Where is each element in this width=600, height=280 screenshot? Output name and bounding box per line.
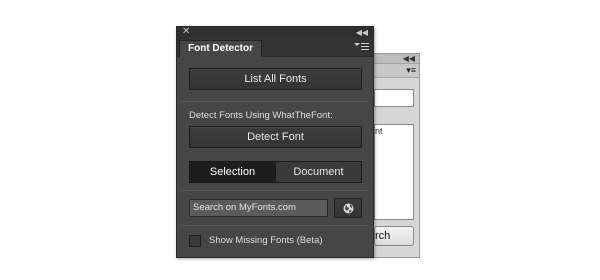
detect-font-button[interactable]: Detect Font [189, 126, 362, 148]
double-chevron-left-icon[interactable]: ◀◀ [403, 54, 415, 64]
panel-tabbar: Font Detector [177, 38, 373, 57]
panel-titlebar[interactable]: ✕ ◀◀ [177, 26, 373, 38]
panel-menu-icon[interactable] [354, 40, 370, 52]
segment-document[interactable]: Document [275, 162, 361, 182]
background-panel-button-label: rch [375, 230, 391, 242]
divider [181, 190, 369, 191]
show-missing-fonts-label[interactable]: Show Missing Fonts (Beta) [209, 234, 323, 248]
show-missing-fonts-checkbox[interactable] [189, 235, 201, 247]
detect-fonts-heading: Detect Fonts Using WhatTheFont: [189, 110, 333, 121]
globe-icon [343, 203, 354, 214]
tab-font-detector[interactable]: Font Detector [179, 40, 262, 57]
double-chevron-left-icon[interactable]: ◀◀ [356, 27, 368, 38]
segment-selection[interactable]: Selection [190, 162, 275, 182]
background-panel-input[interactable] [374, 89, 414, 107]
scope-segmented-control: Selection Document [189, 161, 362, 183]
search-web-button[interactable] [334, 198, 362, 218]
font-detector-panel: ✕ ◀◀ Font Detector List All Fonts Detect… [176, 26, 374, 258]
close-icon[interactable]: ✕ [182, 26, 190, 38]
background-panel-textarea[interactable]: nt [374, 124, 414, 220]
divider [181, 101, 369, 102]
background-panel-search-button[interactable]: rch [374, 226, 414, 246]
divider [181, 225, 369, 226]
background-panel: ◀◀ ▾≡ nt rch [366, 53, 420, 258]
background-panel-text: nt [375, 126, 383, 136]
list-all-fonts-button[interactable]: List All Fonts [189, 68, 362, 90]
myfonts-search-input[interactable]: Search on MyFonts.com [189, 199, 328, 217]
panel-menu-icon[interactable]: ▾≡ [406, 65, 416, 76]
